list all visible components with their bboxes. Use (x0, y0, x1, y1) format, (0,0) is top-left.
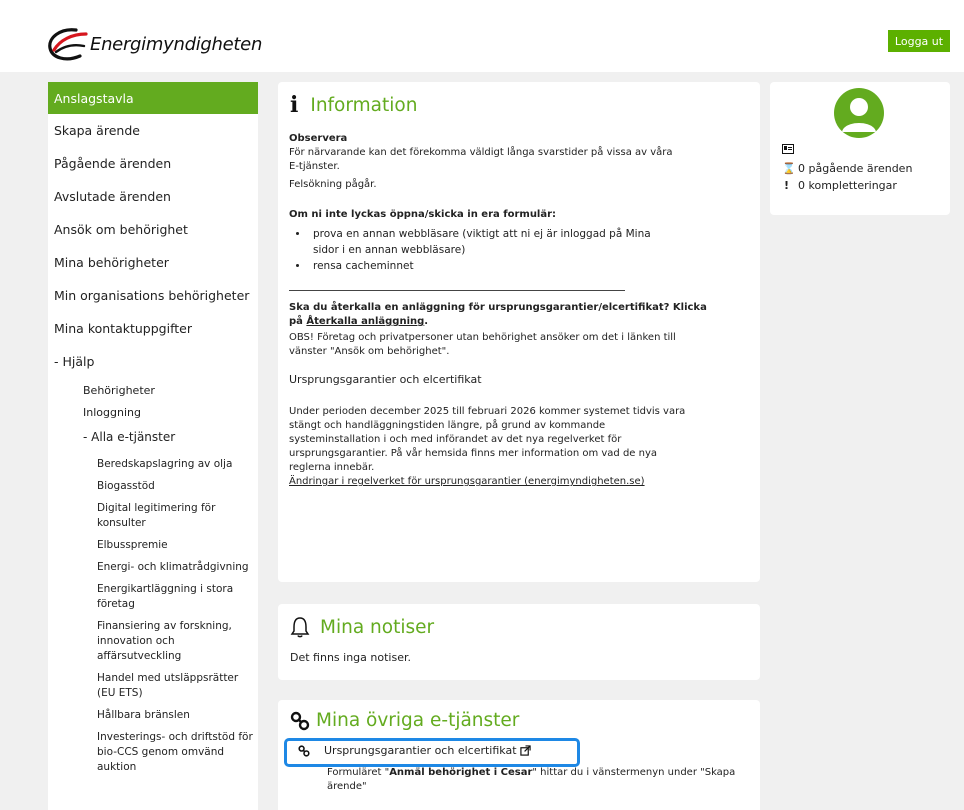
form-heading: Om ni inte lyckas öppna/skicka in era fo… (289, 209, 557, 220)
sidebar-item-pagaende-arenden[interactable]: Pågående ärenden (48, 147, 258, 180)
section-heading: Ursprungsgarantier och elcertifikat (289, 373, 482, 386)
service-link[interactable]: Hållbara bränslen (48, 708, 258, 723)
user-icon (842, 98, 876, 132)
service-link[interactable]: Energikartläggning i stora företag (48, 582, 258, 612)
notifications-empty-text: Det finns inga notiser. (290, 651, 411, 664)
completions-count: 0 kompletteringar (798, 179, 897, 192)
sidebar-item-behorigheter-help[interactable]: Behörigheter (48, 379, 258, 401)
note-text: Formuläret " (327, 767, 390, 778)
service-link[interactable]: Beredskapslagring av olja (48, 457, 258, 472)
notifications-card: Mina notiser Det finns inga notiser. (278, 604, 760, 680)
service-link[interactable]: Energi- och klimatrådgivning (48, 560, 258, 575)
other-services-heading: Mina övriga e-tjänster (290, 710, 519, 731)
brand-name: Energimyndigheten (90, 33, 263, 55)
info-icon: i (290, 92, 299, 118)
withdraw-notice: Ska du återkalla en anläggning för urspr… (289, 301, 709, 329)
tips-list: prova en annan webbläsare (viktigt att n… (309, 226, 709, 274)
information-body: Observera För närvarande kan det förekom… (289, 132, 709, 489)
service-link[interactable]: Elbusspremie (48, 538, 258, 553)
exclamation-icon: ! (784, 179, 790, 192)
ongoing-stat[interactable]: ⌛ 0 pågående ärenden (782, 162, 912, 175)
service-link[interactable]: Biogasstöd (48, 479, 258, 494)
information-card: i Information Observera För närvarande k… (278, 82, 760, 582)
service-link[interactable]: Handel med utsläppsrätter (EU ETS) (48, 671, 258, 701)
logo-swoosh-icon (48, 28, 88, 61)
brand-logo[interactable]: Energimyndigheten (46, 26, 262, 62)
observe-text: För närvarande kan det förekomma väldigt… (289, 147, 673, 172)
id-card-icon (782, 144, 794, 154)
header: Energimyndigheten Logga ut (0, 0, 964, 72)
service-link[interactable]: Investerings- och driftstöd för bio-CCS … (48, 730, 258, 775)
cesar-note: Formuläret "Anmäl behörighet i Cesar" hi… (327, 766, 737, 794)
withdraw-link[interactable]: Återkalla anläggning (306, 316, 424, 327)
logout-button[interactable]: Logga ut (888, 30, 950, 52)
section-text: Under perioden december 2025 till februa… (289, 406, 686, 473)
sidebar-item-kontaktuppgifter[interactable]: Mina kontaktuppgifter (48, 312, 258, 345)
sidebar-nav: Anslagstavla Skapa ärende Pågående ärend… (48, 82, 258, 810)
service-link[interactable]: Digital legitimering för konsulter (48, 501, 258, 531)
sidebar-item-alla-e-tjanster[interactable]: - Alla e-tjänster (48, 423, 258, 451)
sidebar-item-avslutade-arenden[interactable]: Avslutade ärenden (48, 180, 258, 213)
link-icon (290, 711, 310, 730)
obs-text: OBS! Företag och privatpersoner utan beh… (289, 332, 676, 357)
observe-heading: Observera (289, 133, 348, 144)
profile-card: ⌛ 0 pågående ärenden ! 0 kompletteringar (770, 82, 950, 215)
sidebar-item-hjalp[interactable]: - Hjälp (48, 345, 258, 378)
sidebar-item-organisations-behorigheter[interactable]: Min organisations behörigheter (48, 279, 258, 312)
hourglass-icon: ⌛ (782, 162, 796, 175)
withdraw-end: . (424, 316, 429, 327)
sidebar-item-ansok-behorighet[interactable]: Ansök om behörighet (48, 213, 258, 246)
highlight-outline (284, 738, 580, 767)
other-services-title: Mina övriga e-tjänster (316, 710, 520, 731)
list-item: prova en annan webbläsare (viktigt att n… (309, 226, 669, 258)
sidebar-item-inloggning[interactable]: Inloggning (48, 401, 258, 423)
note-bold: Anmäl behörighet i Cesar (389, 767, 533, 778)
ongoing-count: 0 pågående ärenden (798, 162, 913, 175)
list-item: rensa cacheminnet (309, 258, 709, 274)
service-link[interactable]: Finansiering av forskning, innovation oc… (48, 619, 258, 664)
sidebar-item-mina-behorigheter[interactable]: Mina behörigheter (48, 246, 258, 279)
notifications-heading: Mina notiser (290, 616, 434, 638)
information-heading: i Information (290, 92, 417, 118)
sidebar-item-anslagstavla[interactable]: Anslagstavla (48, 82, 258, 114)
bell-icon (290, 617, 310, 638)
notifications-title: Mina notiser (320, 616, 435, 638)
information-title: Information (310, 94, 418, 116)
divider (289, 290, 625, 291)
completions-stat[interactable]: ! 0 kompletteringar (782, 179, 897, 192)
avatar[interactable] (834, 88, 884, 138)
observe-text-2: Felsökning pågår. (289, 179, 377, 190)
regulation-link[interactable]: Ändringar i regelverket för ursprungsgar… (289, 475, 709, 489)
sidebar-item-skapa-arende[interactable]: Skapa ärende (48, 114, 258, 147)
